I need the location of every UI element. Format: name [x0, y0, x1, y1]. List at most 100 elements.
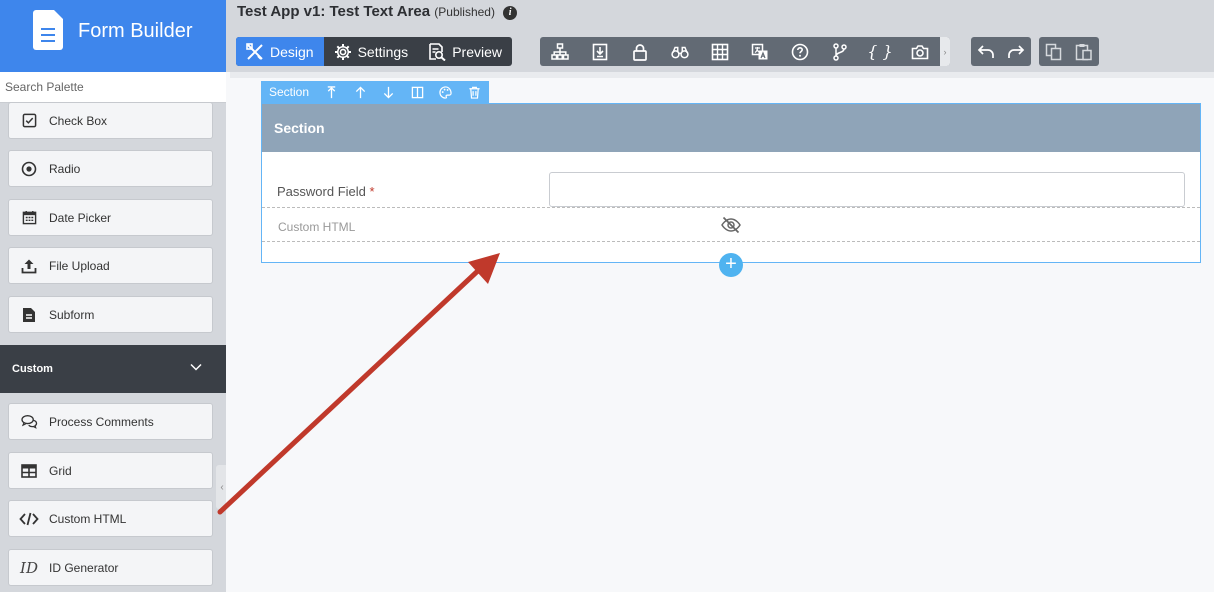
delete-section-button[interactable]: [460, 86, 489, 99]
app-title-text: Test App v1: Test Text Area: [237, 3, 431, 20]
toolbar-main: { } ›: [540, 37, 950, 66]
translate-icon: [751, 43, 768, 59]
brand-header: Form Builder: [0, 0, 226, 72]
palette-item-radio[interactable]: Radio: [8, 150, 213, 187]
arrow-up-icon: [355, 85, 365, 98]
lock-button[interactable]: [620, 37, 660, 66]
brand-title: Form Builder: [78, 20, 193, 42]
code-icon: [9, 512, 49, 526]
palette-item-grid[interactable]: Grid: [8, 452, 213, 489]
custom-html-label: Custom HTML: [278, 220, 356, 234]
info-icon[interactable]: i: [503, 6, 518, 20]
tab-design[interactable]: Design: [236, 37, 324, 66]
find-button[interactable]: [660, 37, 700, 66]
translate-button[interactable]: [740, 37, 780, 66]
braces-icon: { }: [867, 42, 893, 61]
password-field-input[interactable]: [549, 172, 1185, 207]
hierarchy-icon: [551, 42, 569, 60]
subform-icon: [9, 307, 49, 323]
style-button[interactable]: [432, 85, 461, 99]
tab-settings[interactable]: Settings: [324, 37, 419, 66]
palette-item-check-box[interactable]: Check Box: [8, 102, 213, 139]
copy-button[interactable]: [1039, 37, 1069, 66]
table-icon: [9, 463, 49, 478]
preview-icon: [429, 42, 446, 61]
chevron-down-icon: [190, 363, 202, 371]
mode-tabs: Design Settings Preview: [236, 37, 512, 66]
tab-label: Design: [270, 43, 314, 60]
lock-icon: [633, 43, 647, 61]
help-button[interactable]: [780, 37, 820, 66]
palette-item-label: Grid: [49, 463, 72, 478]
palette-item-process-comments[interactable]: Process Comments: [8, 403, 213, 440]
form-section[interactable]: Section Password Field * Custom HTML: [261, 103, 1201, 263]
palette-item-custom-html[interactable]: Custom HTML: [8, 500, 213, 537]
custom-html-component[interactable]: Custom HTML: [262, 207, 1200, 242]
toolbar-scroll-right[interactable]: ›: [940, 37, 950, 66]
grid-icon: [711, 43, 729, 60]
screenshot-button[interactable]: [900, 37, 940, 66]
paste-icon: [1075, 43, 1092, 60]
radio-icon: [9, 161, 49, 177]
palette-item-label: Radio: [49, 161, 81, 176]
section-toolbar: Section: [261, 81, 489, 103]
palette-group-custom[interactable]: Custom: [0, 345, 226, 393]
grid-button[interactable]: [700, 37, 740, 66]
search-palette-input[interactable]: [0, 72, 226, 103]
branch-icon: [833, 42, 847, 61]
section-title: Section: [262, 104, 1200, 152]
columns-button[interactable]: [403, 86, 432, 99]
design-tools-icon: [246, 42, 263, 60]
import-icon: [592, 43, 608, 60]
app-title: Test App v1: Test Text Area (Published) …: [237, 3, 518, 20]
add-component-button[interactable]: +: [719, 253, 743, 277]
palette-item-file-upload[interactable]: File Upload: [8, 247, 213, 284]
palette-group-label: Custom: [12, 363, 53, 375]
hierarchy-button[interactable]: [540, 37, 580, 66]
sidebar: Form Builder Check Box Radio Date Picker…: [0, 0, 226, 592]
eye-slash-icon: [721, 216, 741, 234]
toolbar-clipboard: [1039, 37, 1099, 66]
camera-icon: [911, 44, 929, 59]
tab-preview[interactable]: Preview: [418, 37, 512, 66]
palette-item-label: Custom HTML: [49, 511, 127, 526]
checkbox-icon: [9, 113, 49, 128]
palette-item-id-generator[interactable]: ID ID Generator: [8, 549, 213, 586]
palette-item-label: Date Picker: [49, 210, 112, 225]
id-icon: ID: [20, 558, 38, 577]
top-header: Test App v1: Test Text Area (Published) …: [226, 0, 1214, 72]
move-section-button[interactable]: [317, 85, 346, 99]
redo-button[interactable]: [1001, 37, 1031, 66]
palette-item-label: Process Comments: [49, 414, 154, 429]
tab-label: Settings: [357, 43, 409, 60]
password-field-label: Password Field *: [277, 184, 375, 199]
section-toolbar-label: Section: [269, 85, 310, 99]
palette-item-label: Check Box: [49, 113, 108, 128]
tab-label: Preview: [452, 43, 502, 60]
palette-item-date-picker[interactable]: Date Picker: [8, 199, 213, 236]
branch-button[interactable]: [820, 37, 860, 66]
help-icon: [791, 43, 809, 60]
code-braces-button[interactable]: { }: [860, 37, 900, 66]
import-button[interactable]: [580, 37, 620, 66]
redo-icon: [1008, 44, 1025, 58]
comments-icon: [9, 414, 49, 429]
move-down-button[interactable]: [374, 86, 403, 99]
sidebar-collapse-handle[interactable]: ‹: [216, 465, 226, 509]
paste-button[interactable]: [1069, 37, 1099, 66]
palette-item-label: ID Generator: [49, 560, 119, 575]
upload-icon: [9, 258, 49, 274]
undo-button[interactable]: [971, 37, 1001, 66]
gear-icon: [334, 43, 351, 60]
palette-item-label: Subform: [49, 307, 95, 322]
arrow-down-icon: [384, 86, 394, 99]
copy-icon: [1045, 43, 1062, 60]
required-mark: *: [369, 184, 375, 199]
palette-item-label: File Upload: [49, 258, 110, 273]
columns-icon: [411, 86, 424, 98]
toolbar-history: [971, 37, 1031, 66]
move-up-button[interactable]: [346, 85, 375, 99]
field-label-text: Password Field: [277, 184, 366, 199]
palette-item-subform[interactable]: Subform: [8, 296, 213, 333]
move-icon: [327, 85, 336, 98]
